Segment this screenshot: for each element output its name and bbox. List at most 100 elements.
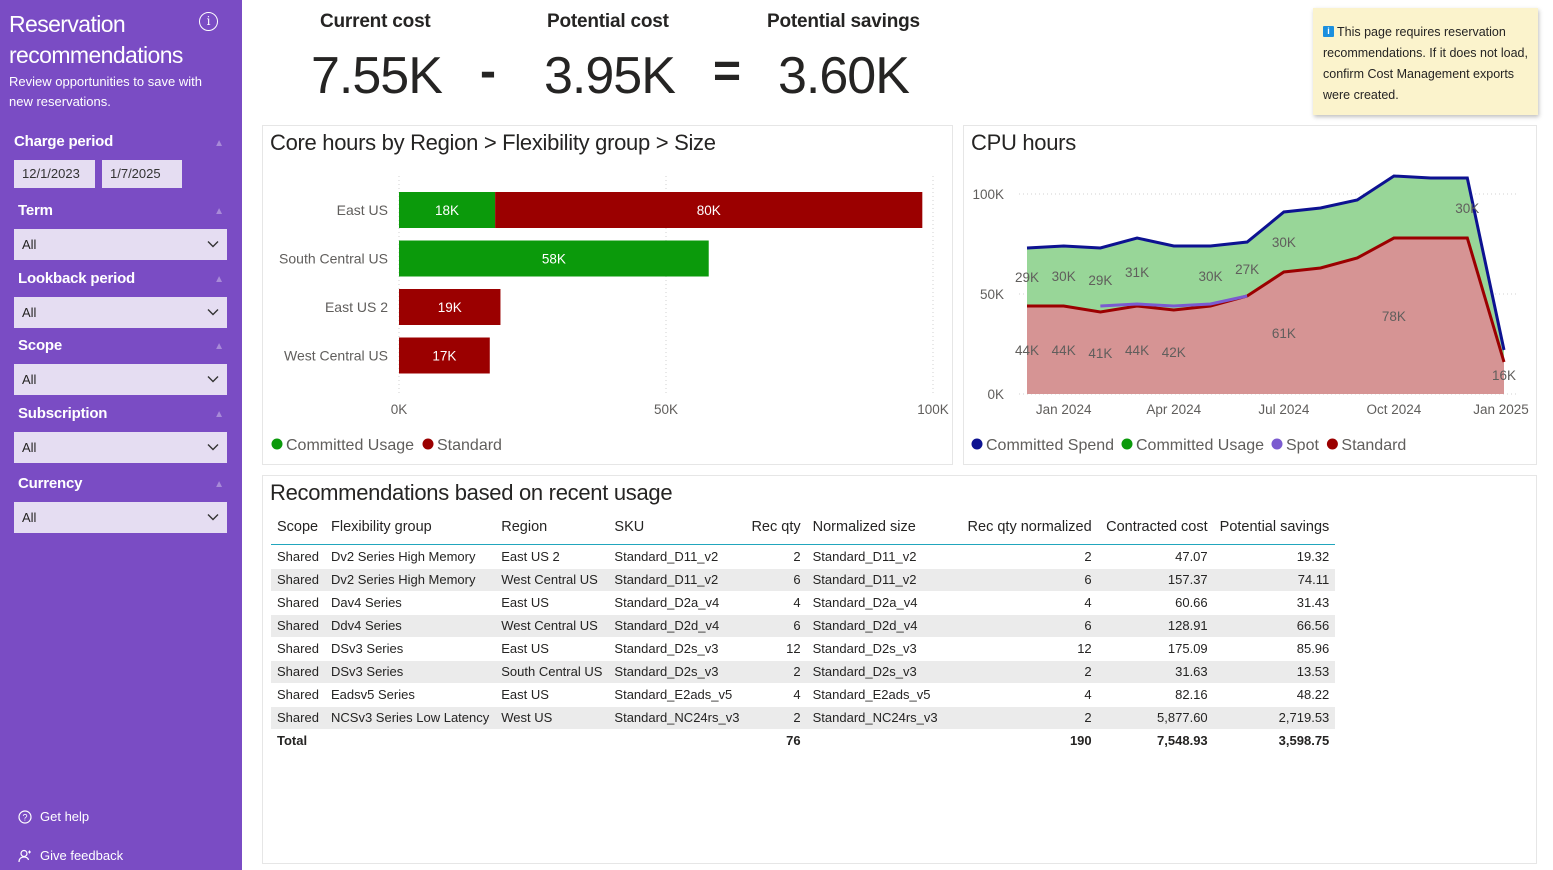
total-cell: 3,598.75 — [1213, 728, 1336, 752]
table-cell: 2 — [745, 706, 807, 730]
table-row[interactable]: Shared Dv2 Series High Memory East US 2 Sta… — [271, 544, 1336, 569]
term-value: All — [22, 237, 37, 252]
charge-period-label: Charge period — [14, 133, 114, 150]
scope-label: Scope — [18, 337, 63, 354]
column-header[interactable]: Normalized size — [806, 510, 944, 545]
column-header[interactable]: Contracted cost — [1097, 510, 1214, 545]
collapse-chevron-icon[interactable]: ▲ — [214, 138, 224, 149]
table-cell: 19.32 — [1213, 544, 1336, 569]
table-cell: 128.91 — [1097, 614, 1214, 638]
legend-label: Committed Usage — [1136, 437, 1264, 454]
data-label: 27K — [1235, 262, 1259, 277]
table-cell: Standard_D11_v2 — [608, 544, 746, 569]
column-header[interactable]: Flexibility group — [325, 510, 496, 545]
total-cell — [495, 728, 609, 752]
x-tick-label: Jan 2024 — [1036, 402, 1092, 417]
give-feedback-link[interactable]: Give feedback — [18, 848, 123, 863]
table-row[interactable]: Shared Dv2 Series High Memory West Central… — [271, 568, 1336, 592]
potential-cost-value: 3.95K — [544, 47, 676, 105]
table-cell: Dav4 Series — [325, 591, 496, 615]
data-label: 17K — [432, 349, 456, 364]
data-label: 16K — [1492, 368, 1516, 383]
cpu-hours-chart-panel: CPU hours 0K 50K 100K 29K 30K 29K 31K 30K 27K 30K… — [963, 125, 1537, 465]
collapse-chevron-icon[interactable]: ▲ — [214, 479, 224, 490]
category-label: South Central US — [279, 251, 388, 267]
table-cell: 74.11 — [1213, 568, 1336, 592]
data-label: 30K — [1198, 269, 1222, 284]
table-cell: Ddv4 Series — [325, 614, 496, 638]
currency-dropdown[interactable]: All — [14, 502, 227, 533]
y-tick-label: 100K — [972, 187, 1004, 202]
end-date-input[interactable]: 1/7/2025 — [102, 160, 182, 188]
get-help-link[interactable]: ? Get help — [18, 809, 89, 824]
table-cell: Shared — [271, 614, 325, 638]
data-label: 44K — [1015, 343, 1039, 358]
svg-text:?: ? — [22, 812, 27, 822]
table-row[interactable]: Shared Eadsv5 Series East US Standard_E2ads… — [271, 683, 1336, 707]
column-header[interactable]: SKU — [608, 510, 746, 545]
table-row[interactable]: Shared NCSv3 Series Low Latency West US Sta… — [271, 706, 1336, 730]
table-cell: South Central US — [495, 660, 609, 684]
feedback-person-icon — [18, 849, 31, 862]
x-tick-label: Apr 2024 — [1146, 402, 1201, 417]
table-row[interactable]: Shared Dav4 Series East US Standard_D2a_v4 4… — [271, 591, 1336, 615]
help-icon: ? — [18, 809, 32, 824]
table-cell: 66.56 — [1213, 614, 1336, 638]
collapse-chevron-icon[interactable]: ▲ — [214, 341, 224, 352]
table-cell: 4 — [943, 591, 1098, 615]
table-cell: Standard_D11_v2 — [608, 568, 746, 592]
table-row[interactable]: Shared DSv3 Series East US Standard_D2s_v3 1… — [271, 637, 1336, 661]
table-cell: 2 — [943, 706, 1098, 730]
x-tick-label: Jan 2025 — [1473, 402, 1529, 417]
recommendations-table: Scope Flexibility group Region SKU Rec qty No… — [271, 510, 1336, 752]
table-cell: 2 — [943, 660, 1098, 684]
table-cell: Shared — [271, 637, 325, 661]
table-cell: Shared — [271, 544, 325, 569]
total-cell: 76 — [745, 728, 807, 752]
scope-dropdown[interactable]: All — [14, 364, 227, 395]
table-cell: DSv3 Series — [325, 637, 496, 661]
term-dropdown[interactable]: All — [14, 229, 227, 260]
legend-marker — [1271, 438, 1283, 450]
table-cell: Standard_D11_v2 — [806, 544, 944, 569]
current-cost-value: 7.55K — [311, 47, 443, 105]
potential-cost-label: Potential cost — [547, 11, 669, 32]
collapse-chevron-icon[interactable]: ▲ — [214, 409, 224, 420]
legend-label: Standard — [437, 437, 502, 454]
column-header[interactable]: Scope — [271, 510, 325, 545]
table-cell: Standard_D2a_v4 — [608, 591, 746, 615]
table-cell: Standard_E2ads_v5 — [608, 683, 746, 707]
data-label: 61K — [1272, 326, 1296, 341]
table-cell: 47.07 — [1097, 544, 1214, 569]
subscription-dropdown[interactable]: All — [14, 432, 227, 463]
data-label: 44K — [1125, 343, 1149, 358]
collapse-chevron-icon[interactable]: ▲ — [214, 274, 224, 285]
start-date-input[interactable]: 12/1/2023 — [14, 160, 95, 188]
notice-banner: i This page requires reservation recommen… — [1313, 8, 1538, 115]
table-cell: 4 — [745, 683, 807, 707]
column-header[interactable]: Rec qty — [745, 510, 807, 545]
table-cell: 2 — [745, 660, 807, 684]
legend-marker — [1326, 438, 1338, 450]
potential-savings-label: Potential savings — [767, 11, 920, 32]
table-cell: Standard_NC24rs_v3 — [806, 706, 944, 730]
table-cell: 6 — [745, 568, 807, 592]
table-row[interactable]: Shared DSv3 Series South Central US Standar… — [271, 660, 1336, 684]
table-cell: 12 — [745, 637, 807, 661]
column-header[interactable]: Rec qty normalized — [943, 510, 1098, 545]
table-row[interactable]: Shared Ddv4 Series West Central US Standard… — [271, 614, 1336, 638]
info-icon[interactable]: i — [199, 12, 218, 31]
give-feedback-label: Give feedback — [40, 848, 124, 863]
lookback-dropdown[interactable]: All — [14, 297, 227, 328]
collapse-chevron-icon[interactable]: ▲ — [214, 206, 224, 217]
category-label: West Central US — [284, 348, 388, 364]
total-cell: Total — [271, 728, 325, 752]
chevron-down-icon — [207, 514, 219, 521]
table-cell: Dv2 Series High Memory — [325, 568, 496, 592]
column-header[interactable]: Region — [495, 510, 609, 545]
data-label: 29K — [1015, 270, 1039, 285]
cpu-hours-chart: 0K 50K 100K 29K 30K 29K 31K 30K 27K 30K 30K 44K 44K 4… — [971, 174, 1529, 454]
currency-value: All — [22, 510, 37, 525]
table-cell: Standard_NC24rs_v3 — [608, 706, 746, 730]
column-header[interactable]: Potential savings — [1213, 510, 1336, 545]
